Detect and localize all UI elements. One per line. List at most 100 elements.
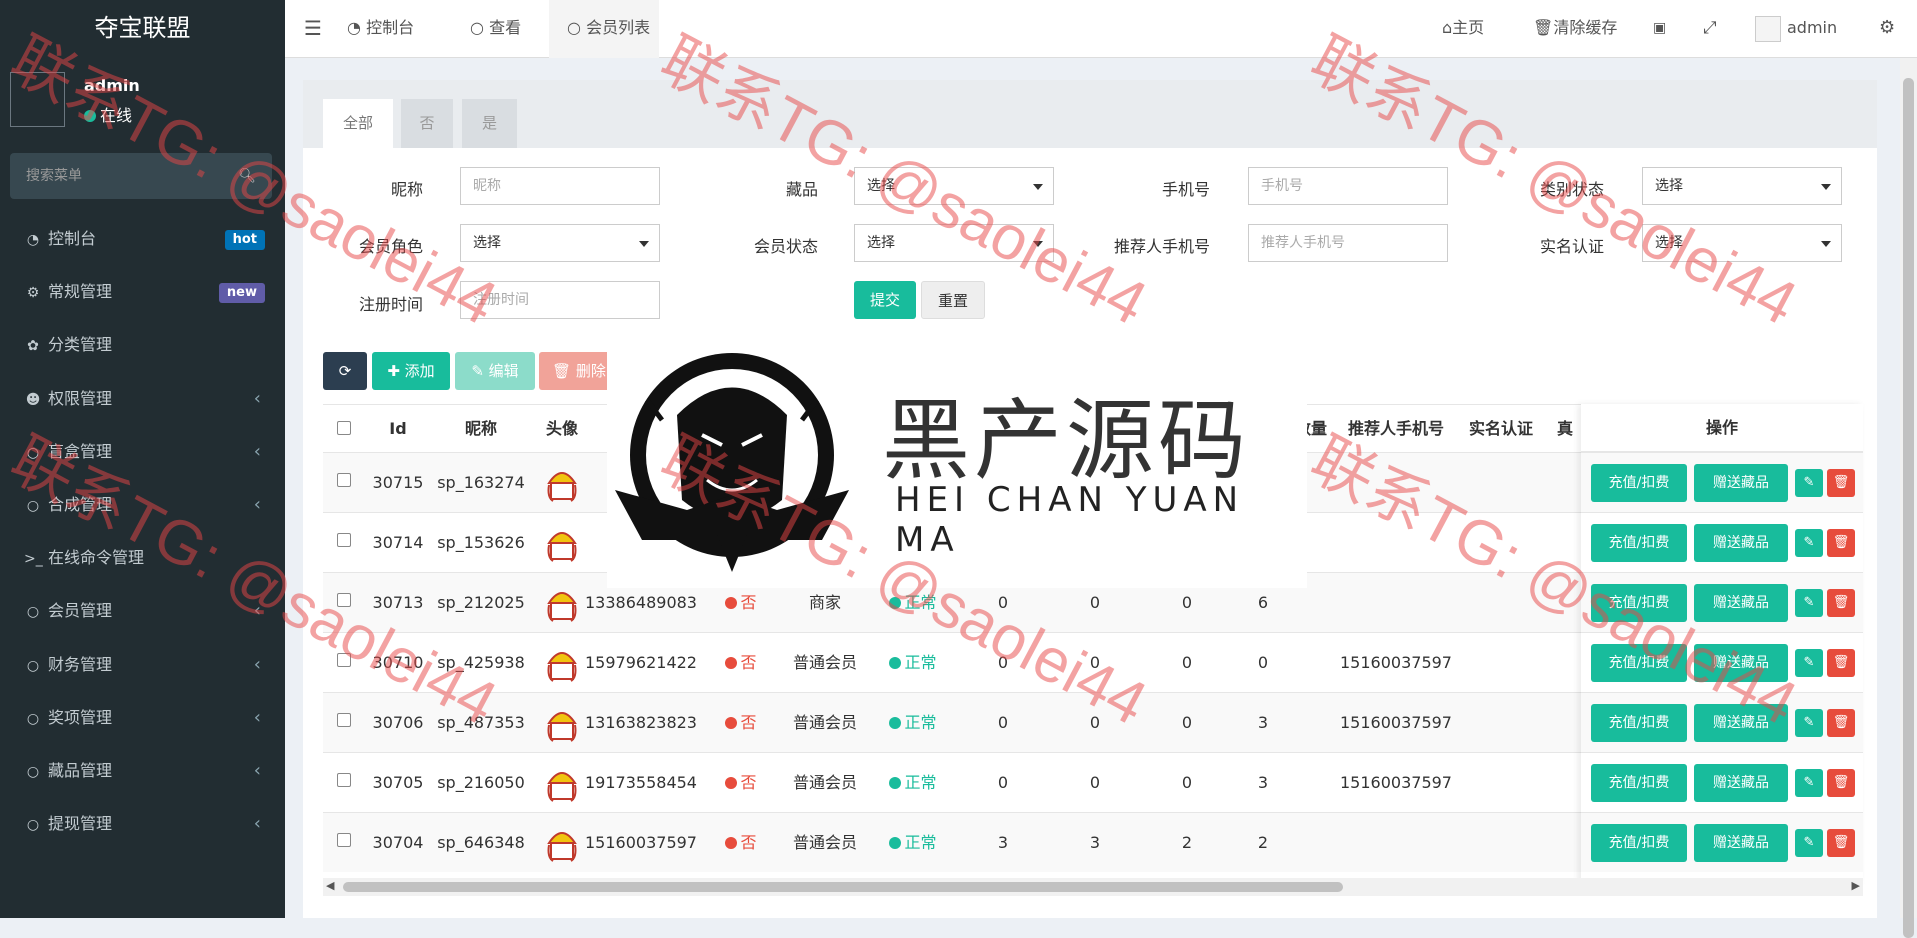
member-status-select[interactable]: 选择 [854, 224, 1054, 262]
sidebar-item[interactable]: ○ 奖项管理 ‹ [0, 691, 285, 744]
delete-row-button[interactable]: 🗑︎ [1827, 649, 1855, 677]
recharge-button[interactable]: 充值/扣费 [1591, 644, 1687, 682]
chevron-left-icon[interactable]: ‹ [254, 638, 261, 691]
sidebar-item[interactable]: ⚙ 常规管理 new [0, 265, 285, 318]
col-referrer-phone: 推荐人手机号 [1347, 419, 1444, 438]
scrollbar-thumb[interactable] [1903, 78, 1914, 938]
translate-icon[interactable]: ▣ [1653, 0, 1666, 58]
sidebar-item[interactable]: ◔ 控制台 hot [0, 212, 285, 265]
chevron-left-icon[interactable]: ‹ [254, 744, 261, 797]
gift-collection-button[interactable]: 赠送藏品 [1694, 824, 1788, 862]
edit-row-button[interactable]: ✎ [1795, 469, 1823, 497]
register-time-input[interactable]: 注册时间 [460, 281, 660, 319]
clear-cache-button[interactable]: 🗑︎清除缓存 [1533, 0, 1617, 58]
real-name-select[interactable]: 选择 [1642, 224, 1842, 262]
edit-row-button[interactable]: ✎ [1795, 589, 1823, 617]
gift-collection-button[interactable]: 赠送藏品 [1694, 524, 1788, 562]
phone-input[interactable]: 手机号 [1248, 167, 1448, 205]
recharge-button[interactable]: 充值/扣费 [1591, 524, 1687, 562]
delete-row-button[interactable]: 🗑︎ [1827, 709, 1855, 737]
edit-button[interactable]: ✎ 编辑 [455, 352, 535, 390]
gift-collection-button[interactable]: 赠送藏品 [1694, 644, 1788, 682]
recharge-button[interactable]: 充值/扣费 [1591, 704, 1687, 742]
tab-view[interactable]: ○ 查看 [460, 0, 542, 58]
tab-yes[interactable]: 是 [462, 99, 517, 148]
add-button[interactable]: ✚ 添加 [372, 352, 450, 390]
chevron-left-icon[interactable]: ‹ [254, 797, 261, 850]
row-checkbox[interactable] [337, 773, 351, 787]
collection-select[interactable]: 选择 [854, 167, 1054, 205]
gift-collection-button[interactable]: 赠送藏品 [1694, 704, 1788, 742]
col-id[interactable]: Id [367, 405, 429, 453]
edit-row-button[interactable]: ✎ [1795, 529, 1823, 557]
scroll-right-icon[interactable]: ▶ [1852, 879, 1860, 892]
sidebar-item[interactable]: ○ 藏品管理 ‹ [0, 744, 285, 797]
refresh-button[interactable]: ⟳ [323, 352, 367, 390]
tab-member-list[interactable]: ○ 会员列表 [549, 0, 659, 58]
scrollbar-thumb[interactable] [343, 882, 1343, 892]
member-role-label: 会员角色 [358, 237, 423, 256]
sidebar-item[interactable]: ○ 合成管理 ‹ [0, 478, 285, 531]
row-checkbox[interactable] [337, 713, 351, 727]
sidebar-item[interactable]: ○ 盲盒管理 ‹ [0, 425, 285, 478]
row-checkbox[interactable] [337, 833, 351, 847]
scroll-left-icon[interactable]: ◀ [326, 879, 334, 892]
gear-icon[interactable]: ⚙ [1879, 0, 1895, 58]
recharge-button[interactable]: 充值/扣费 [1591, 764, 1687, 802]
chevron-left-icon[interactable]: ‹ [254, 425, 261, 478]
delete-row-button[interactable]: 🗑︎ [1827, 529, 1855, 557]
recharge-button[interactable]: 充值/扣费 [1591, 464, 1687, 502]
register-time-label: 注册时间 [358, 295, 423, 314]
row-checkbox[interactable] [337, 593, 351, 607]
row-checkbox[interactable] [337, 473, 351, 487]
nickname-input[interactable]: 昵称 [460, 167, 660, 205]
app-title[interactable]: 夺宝联盟 [0, 0, 285, 58]
tab-no[interactable]: 否 [401, 99, 453, 148]
sidebar-item[interactable]: ○ 财务管理 ‹ [0, 638, 285, 691]
gift-collection-button[interactable]: 赠送藏品 [1694, 764, 1788, 802]
select-all-checkbox[interactable] [323, 405, 367, 453]
horizontal-scrollbar[interactable]: ◀ ▶ [323, 878, 1863, 896]
search-icon[interactable]: 🔍︎ [238, 153, 256, 199]
cell-a: 0 [997, 773, 1009, 792]
sidebar-item[interactable]: >_ 在线命令管理 [0, 531, 285, 584]
edit-row-button[interactable]: ✎ [1795, 769, 1823, 797]
delete-row-button[interactable]: 🗑︎ [1827, 589, 1855, 617]
gift-collection-button[interactable]: 赠送藏品 [1694, 464, 1788, 502]
row-checkbox[interactable] [337, 653, 351, 667]
sidebar-item[interactable]: ✿ 分类管理 [0, 318, 285, 371]
reset-button[interactable]: 重置 [921, 281, 985, 319]
fullscreen-icon[interactable]: ⤢ [1703, 0, 1717, 58]
edit-row-button[interactable]: ✎ [1795, 649, 1823, 677]
sidebar-item[interactable]: ☻ 权限管理 ‹ [0, 372, 285, 425]
circle-icon: ○ [26, 710, 40, 727]
sidebar-item[interactable]: ○ 提现管理 ‹ [0, 797, 285, 850]
chevron-left-icon[interactable]: ‹ [254, 584, 261, 637]
chevron-left-icon[interactable]: ‹ [254, 478, 261, 531]
member-status-label: 会员状态 [753, 237, 818, 256]
referrer-phone-input[interactable]: 推荐人手机号 [1248, 224, 1448, 262]
admin-menu[interactable]: admin [1755, 0, 1837, 58]
member-role-select[interactable]: 选择 [460, 224, 660, 262]
menu-search-input[interactable]: 搜索菜单 🔍︎ [10, 153, 272, 199]
tab-all[interactable]: 全部 [323, 99, 393, 148]
delete-row-button[interactable]: 🗑︎ [1827, 829, 1855, 857]
edit-row-button[interactable]: ✎ [1795, 829, 1823, 857]
delete-row-button[interactable]: 🗑︎ [1827, 769, 1855, 797]
chevron-left-icon[interactable]: ‹ [254, 691, 261, 744]
cell-a: 3 [997, 833, 1009, 852]
chevron-left-icon[interactable]: ‹ [254, 372, 261, 425]
recharge-button[interactable]: 充值/扣费 [1591, 824, 1687, 862]
delete-row-button[interactable]: 🗑︎ [1827, 469, 1855, 497]
submit-button[interactable]: 提交 [854, 281, 916, 319]
tab-dashboard[interactable]: ◔ 控制台 [333, 0, 433, 58]
row-checkbox[interactable] [337, 533, 351, 547]
gift-collection-button[interactable]: 赠送藏品 [1694, 584, 1788, 622]
home-link[interactable]: ⌂主页 [1442, 0, 1484, 58]
sidebar-item[interactable]: ○ 会员管理 ‹ [0, 584, 285, 637]
edit-row-button[interactable]: ✎ [1795, 709, 1823, 737]
hamburger-icon[interactable]: ☰ [304, 0, 322, 58]
recharge-button[interactable]: 充值/扣费 [1591, 584, 1687, 622]
vertical-scrollbar[interactable] [1900, 58, 1917, 938]
category-status-select[interactable]: 选择 [1642, 167, 1842, 205]
